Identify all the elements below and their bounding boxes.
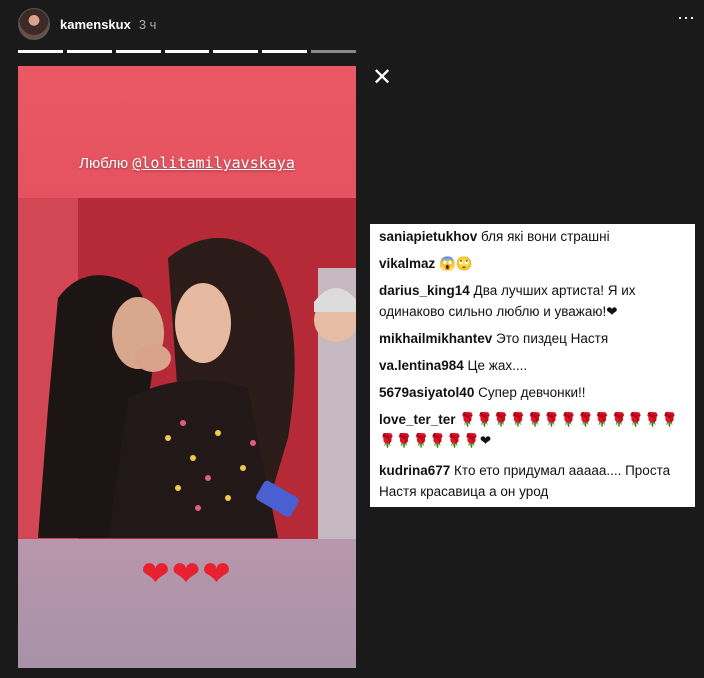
progress-segment [164,50,210,53]
more-options-icon[interactable]: ⋯ [677,8,696,28]
comment-item: darius_king14 Два лучших артиста! Я их о… [379,280,689,322]
caption-text: Люблю [79,155,133,172]
comment-item: love_ter_ter 🌹🌹🌹🌹🌹🌹🌹🌹🌹🌹🌹🌹🌹🌹🌹🌹🌹🌹🌹❤ [379,409,689,451]
story-header: kamenskux 3 ч [18,6,358,42]
story-caption: Люблю @lolitamilyavskaya [18,154,356,172]
comment-item: saniapietukhov бля які вони страшні [379,226,689,247]
comment-item: vikalmaz 😱🙄 [379,253,689,274]
story-bottom-background: ❤❤❤ [18,539,356,668]
comment-username[interactable]: love_ter_ter [379,412,456,427]
caption-mention[interactable]: @lolitamilyavskaya [132,154,295,172]
progress-segment [115,50,161,53]
avatar[interactable] [18,8,50,40]
story-photo [18,198,356,539]
progress-segment-current [311,50,357,53]
comment-username[interactable]: 5679asiyatol40 [379,385,474,400]
comment-text: Супер девчонки!! [474,385,586,400]
progress-segment [18,50,63,53]
progress-segment [66,50,112,53]
timestamp: 3 ч [138,16,157,32]
comment-username[interactable]: va.lentina984 [379,358,464,373]
comment-username[interactable]: vikalmaz [379,256,435,271]
hearts-emoji: ❤❤❤ [141,555,233,593]
comments-panel: saniapietukhov бля які вони страшні vika… [370,224,695,507]
story-frame[interactable]: Люблю @lolitamilyavskaya ❤❤❤ [18,66,356,668]
comment-username[interactable]: kudrina677 [379,463,450,478]
comment-item: 5679asiyatol40 Супер девчонки!! [379,382,689,403]
progress-segment [213,50,259,53]
story-photo-illustration [18,198,356,539]
comment-text: Це жах.... [463,358,528,373]
story-top-background [18,66,356,198]
comment-text: Это пиздец Настя [492,331,609,346]
comment-item: mikhailmikhantev Это пиздец Настя [379,328,689,349]
comment-username[interactable]: mikhailmikhantev [379,331,492,346]
comment-text: 😱🙄 [435,256,473,271]
comment-username[interactable]: darius_king14 [379,283,470,298]
comment-item: va.lentina984 Це жах.... [379,355,689,376]
comment-item: kudrina677 Кто ето придумал ааааа.... Пр… [379,460,689,502]
comment-username[interactable]: saniapietukhov [379,229,477,244]
close-icon[interactable]: ✕ [372,66,392,90]
progress-segment [262,50,308,53]
comment-text: бля які вони страшні [477,229,610,244]
story-progress-bar [18,50,357,53]
username[interactable]: kamenskux [60,17,131,32]
